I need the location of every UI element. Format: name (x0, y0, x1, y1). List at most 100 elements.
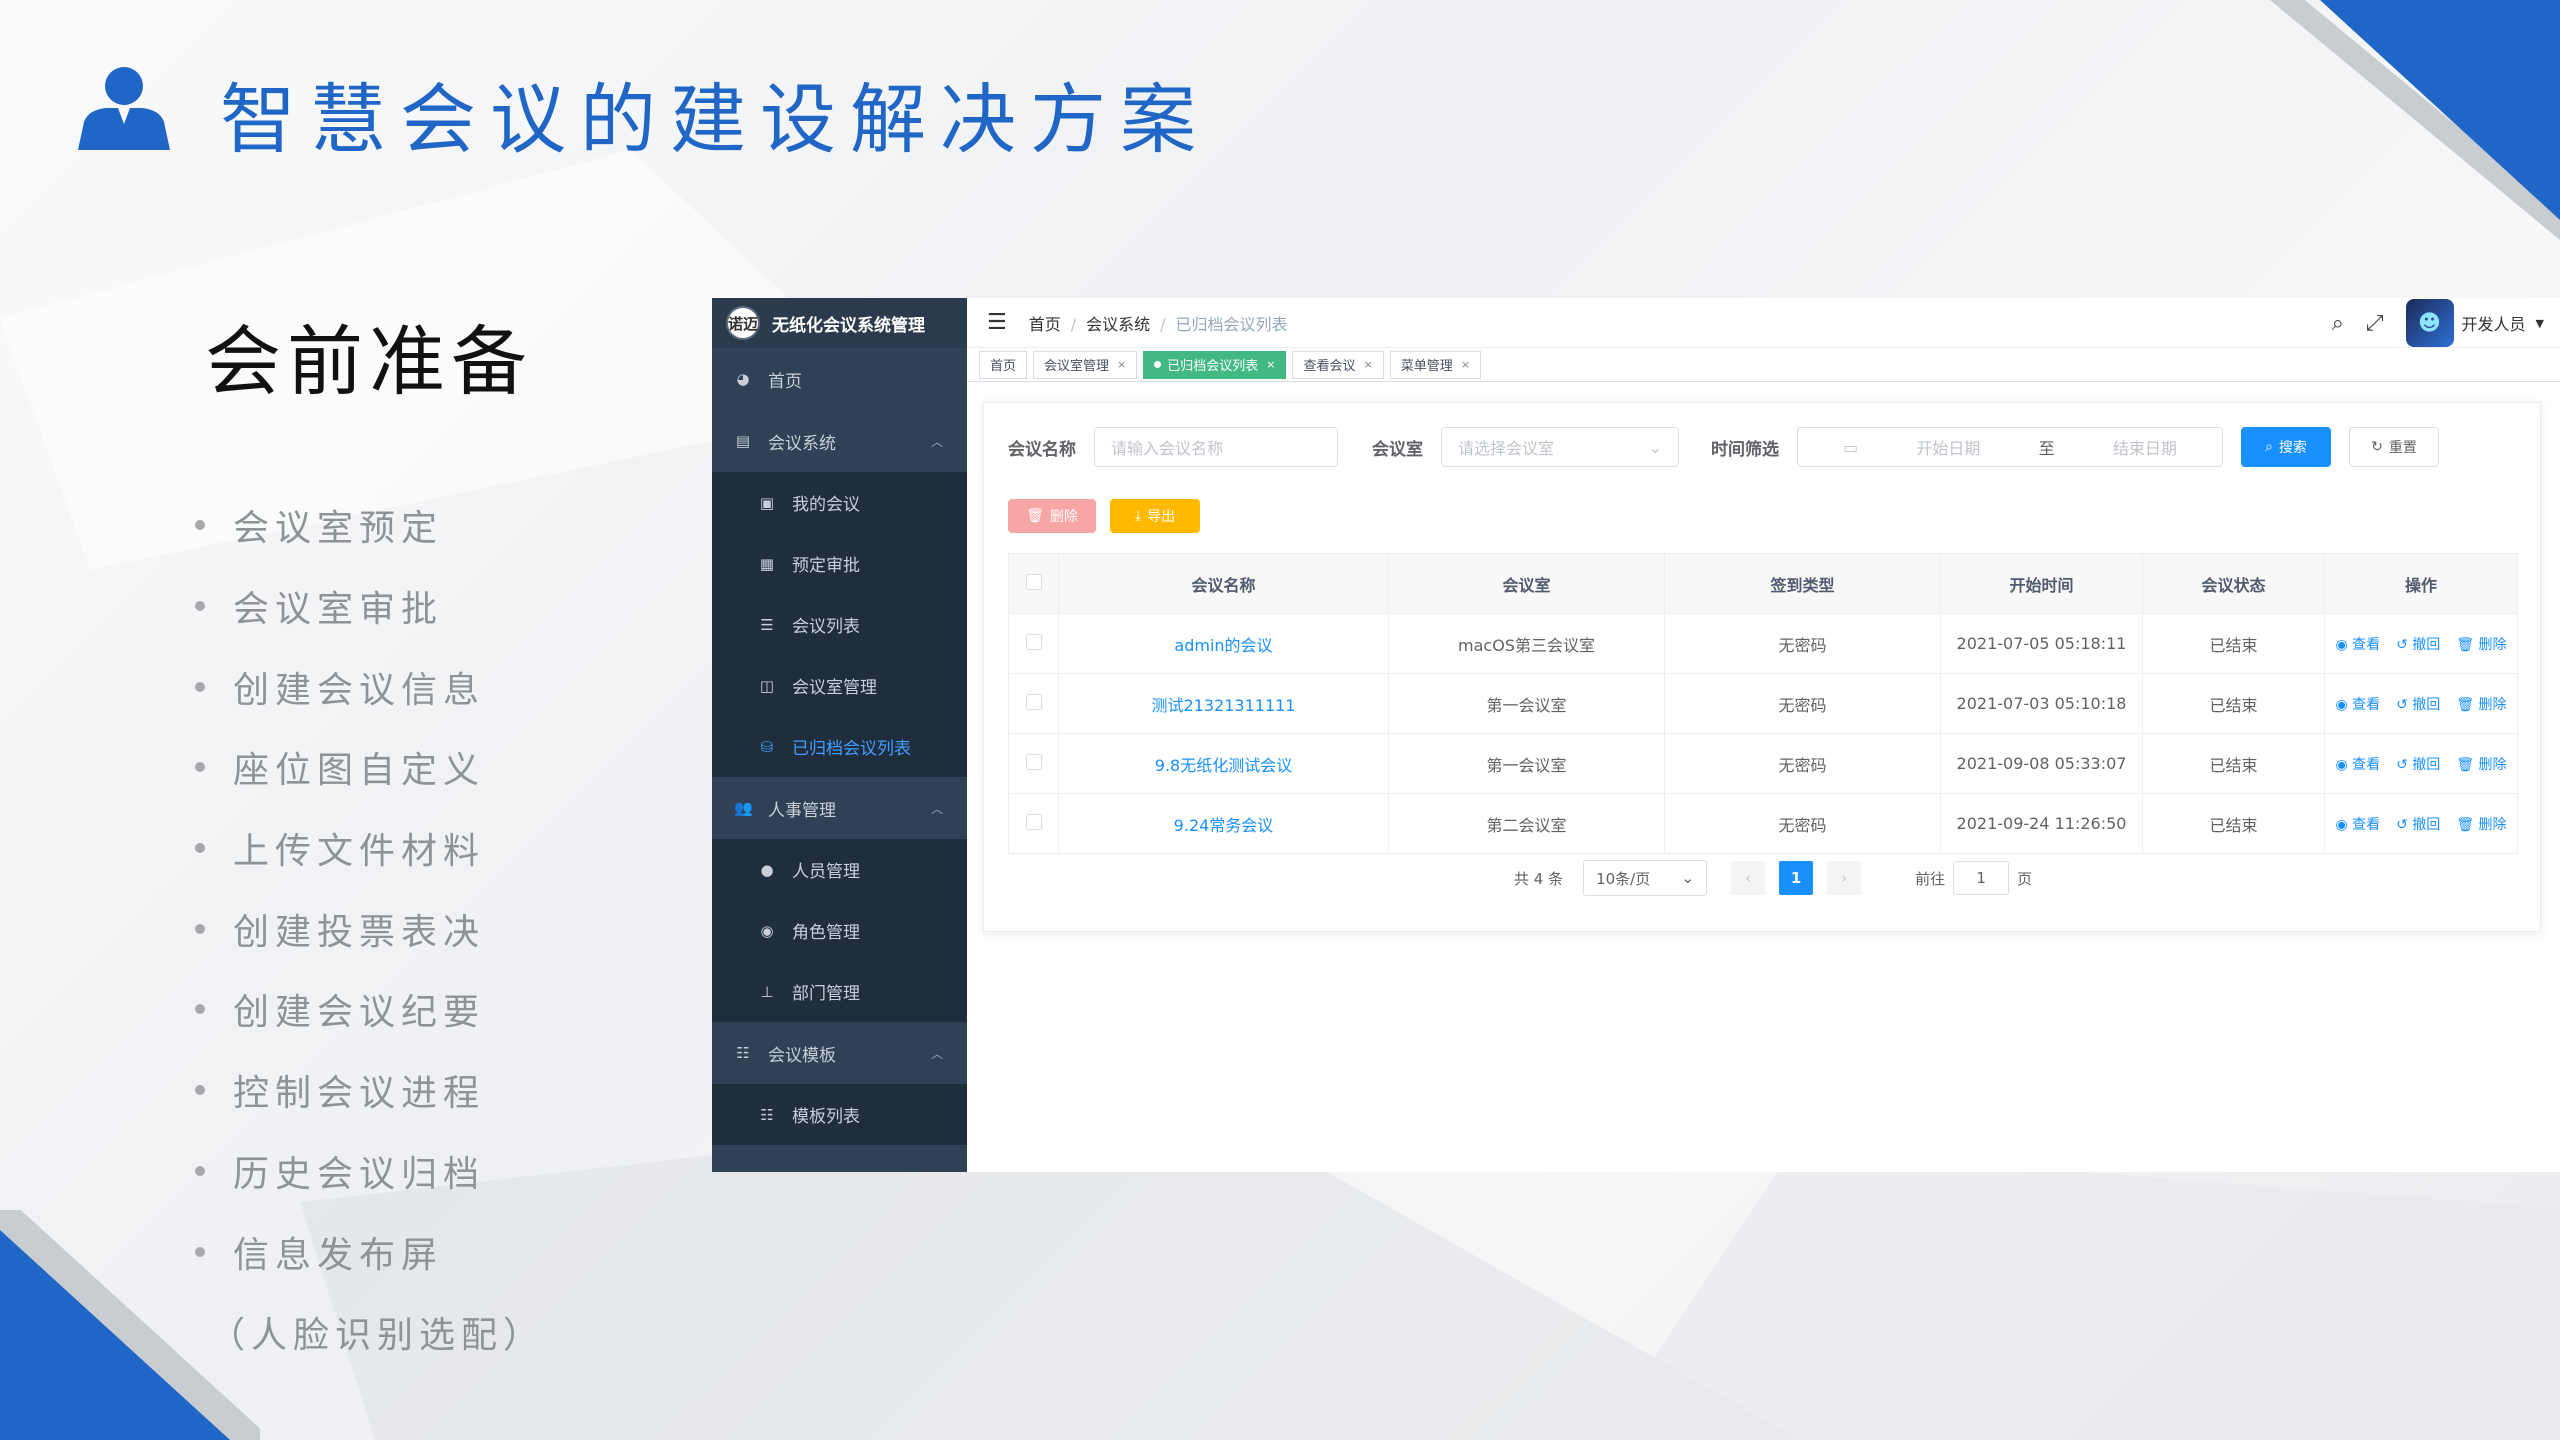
sidebar-item-approval[interactable]: ▦ 预定审批 (712, 533, 967, 594)
delete-row-button[interactable]: 🗑 删除 (2456, 637, 2506, 653)
undo-icon: ↺ (2396, 696, 2413, 713)
sidebar-item-home[interactable]: ◕ 首页 (712, 348, 967, 410)
page-size-select[interactable]: 10条/页 ⌄ (1583, 860, 1708, 896)
signin-cell: 无密码 (1664, 733, 1941, 794)
close-icon[interactable]: × (1364, 358, 1373, 371)
close-icon[interactable]: × (1117, 358, 1126, 371)
sidebar-item-archived-list[interactable]: ⛁ 已归档会议列表 (712, 716, 967, 777)
checkbox[interactable] (1025, 813, 1042, 830)
eye-icon: ◉ (2335, 816, 2353, 833)
search-button[interactable]: ⌕ 搜索 (2241, 427, 2331, 467)
trash-icon: 🗑 (2456, 756, 2479, 773)
sidebar-item-my-meetings[interactable]: ▣ 我的会议 (712, 472, 967, 533)
meeting-name-link[interactable]: admin的会议 (1058, 613, 1389, 674)
time-cell: 2021-07-03 05:10:18 (1940, 673, 2143, 734)
withdraw-button[interactable]: ↺ 撤回 (2396, 697, 2440, 713)
sidebar-item-room-management[interactable]: ◫ 会议室管理 (712, 655, 967, 716)
close-icon[interactable]: × (1461, 358, 1470, 371)
status-cell: 已结束 (2142, 673, 2325, 734)
caret-down-icon[interactable]: ▼ (2536, 317, 2544, 330)
close-icon[interactable]: × (1266, 358, 1275, 371)
tag-home[interactable]: 首页 (979, 350, 1028, 379)
time-cell: 2021-09-08 05:33:07 (1940, 733, 2143, 794)
goto-label: 前往 (1915, 869, 1946, 888)
list-icon: ☷ (760, 1105, 774, 1124)
delete-row-button[interactable]: 🗑 删除 (2456, 697, 2506, 713)
delete-button[interactable]: 🗑 删除 (1008, 499, 1096, 533)
sidebar-group-template[interactable]: ☷ 会议模板 ︿ (712, 1022, 967, 1084)
sidebar-item-meeting-list[interactable]: ☰ 会议列表 (712, 594, 967, 655)
meeting-name-input[interactable]: 请输入会议名称 (1094, 427, 1338, 467)
view-button[interactable]: ◉ 查看 (2335, 697, 2380, 713)
tag-archived-list[interactable]: 已归档会议列表 × (1143, 350, 1287, 379)
list-item: 历史会议归档 (195, 1131, 545, 1212)
sidebar-item-staff[interactable]: ● 人员管理 (712, 839, 967, 900)
user-name[interactable]: 开发人员 (2462, 311, 2526, 335)
bullet-icon (195, 1085, 205, 1096)
checkbox[interactable] (1025, 573, 1042, 590)
room-cell: 第一会议室 (1388, 733, 1665, 794)
chevron-up-icon: ︿ (930, 801, 943, 816)
breadcrumb-item[interactable]: 首页 (1029, 315, 1061, 334)
withdraw-button[interactable]: ↺ 撤回 (2396, 637, 2440, 653)
goto-input[interactable]: 1 (1953, 861, 2010, 895)
meeting-name-link[interactable]: 9.24常务会议 (1058, 793, 1389, 854)
hamburger-icon[interactable]: ☰ (987, 310, 1007, 335)
actions-cell: ◉ 查看 ↺ 撤回 🗑 删除 (2324, 673, 2518, 734)
view-button[interactable]: ◉ 查看 (2335, 637, 2380, 653)
column-header[interactable]: 会议名称 (1058, 553, 1389, 614)
feature-list: 会议室预定 会议室审批 创建会议信息 座位图自定义 上传文件材料 创建投票表决 … (195, 485, 545, 1373)
breadcrumb-item: 已归档会议列表 (1175, 314, 1288, 334)
breadcrumb-item[interactable]: 会议系统 (1086, 315, 1150, 334)
list-item: 会议室预定 (195, 485, 545, 566)
sidebar-group-meeting-system[interactable]: ▤ 会议系统 ︿ (712, 410, 967, 472)
room-select[interactable]: 请选择会议室 ⌄ (1441, 427, 1679, 467)
withdraw-button[interactable]: ↺ 撤回 (2396, 757, 2440, 773)
chevron-down-icon: ⌄ (1681, 869, 1695, 887)
meeting-name-link[interactable]: 测试21321311111 (1058, 673, 1389, 734)
status-cell: 已结束 (2142, 733, 2325, 794)
meeting-name-link[interactable]: 9.8无纸化测试会议 (1058, 733, 1389, 794)
actions-cell: ◉ 查看 ↺ 撤回 🗑 删除 (2324, 733, 2518, 794)
sidebar-group-hr[interactable]: 👥 人事管理 ︿ (712, 777, 967, 839)
signin-cell: 无密码 (1664, 793, 1941, 854)
database-icon: ⛁ (760, 737, 774, 756)
checkbox[interactable] (1025, 633, 1042, 650)
tag-room-management[interactable]: 会议室管理 × (1033, 350, 1138, 379)
date-range-picker[interactable]: ▭ 开始日期 至 结束日期 (1797, 427, 2223, 467)
delete-row-button[interactable]: 🗑 删除 (2456, 817, 2506, 833)
prev-page-button[interactable]: ‹ (1731, 861, 1766, 895)
column-header[interactable]: 开始时间 (1940, 553, 2143, 614)
bg-facet (1600, 1150, 2560, 1440)
checkbox[interactable] (1025, 753, 1042, 770)
delete-row-button[interactable]: 🗑 删除 (2456, 757, 2506, 773)
bullet-icon (195, 1004, 205, 1015)
column-header[interactable]: 签到类型 (1664, 553, 1941, 614)
page-number[interactable]: 1 (1779, 861, 1814, 895)
column-header[interactable]: 会议室 (1388, 553, 1665, 614)
checkbox[interactable] (1025, 693, 1042, 710)
export-button[interactable]: ⤓ 导出 (1110, 499, 1200, 533)
next-page-button[interactable]: › (1827, 861, 1862, 895)
person-icon (78, 67, 170, 150)
fullscreen-icon[interactable]: ⤢ (2366, 311, 2384, 336)
tag-menu-management[interactable]: 菜单管理 × (1389, 350, 1481, 379)
sidebar-item-roles[interactable]: ◉ 角色管理 (712, 900, 967, 961)
list-item: 信息发布屏 (195, 1211, 545, 1292)
select-all-cell[interactable] (1008, 553, 1059, 614)
column-header[interactable]: 会议状态 (2142, 553, 2325, 614)
tag-view-meeting[interactable]: 查看会议 × (1292, 350, 1384, 379)
view-button[interactable]: ◉ 查看 (2335, 757, 2380, 773)
content: 会议名称 请输入会议名称 会议室 请选择会议室 ⌄ 时间筛选 ▭ 开始日期 至 结… (967, 382, 2560, 1172)
avatar[interactable]: ☻ (2405, 299, 2454, 347)
sidebar-item-template-list[interactable]: ☷ 模板列表 (712, 1084, 967, 1145)
search-icon[interactable]: ⌕ (2332, 311, 2344, 336)
view-button[interactable]: ◉ 查看 (2335, 817, 2380, 833)
withdraw-button[interactable]: ↺ 撤回 (2396, 817, 2440, 833)
search-form: 会议名称 请输入会议名称 会议室 请选择会议室 ⌄ 时间筛选 ▭ 开始日期 至 结… (1008, 427, 2439, 467)
sidebar-item-departments[interactable]: ⊥ 部门管理 (712, 961, 967, 1022)
undo-icon: ↺ (2396, 816, 2413, 833)
eye-icon: ◉ (2335, 696, 2353, 713)
reset-button[interactable]: ↻ 重置 (2349, 427, 2439, 467)
trash-icon: 🗑 (2456, 816, 2479, 833)
